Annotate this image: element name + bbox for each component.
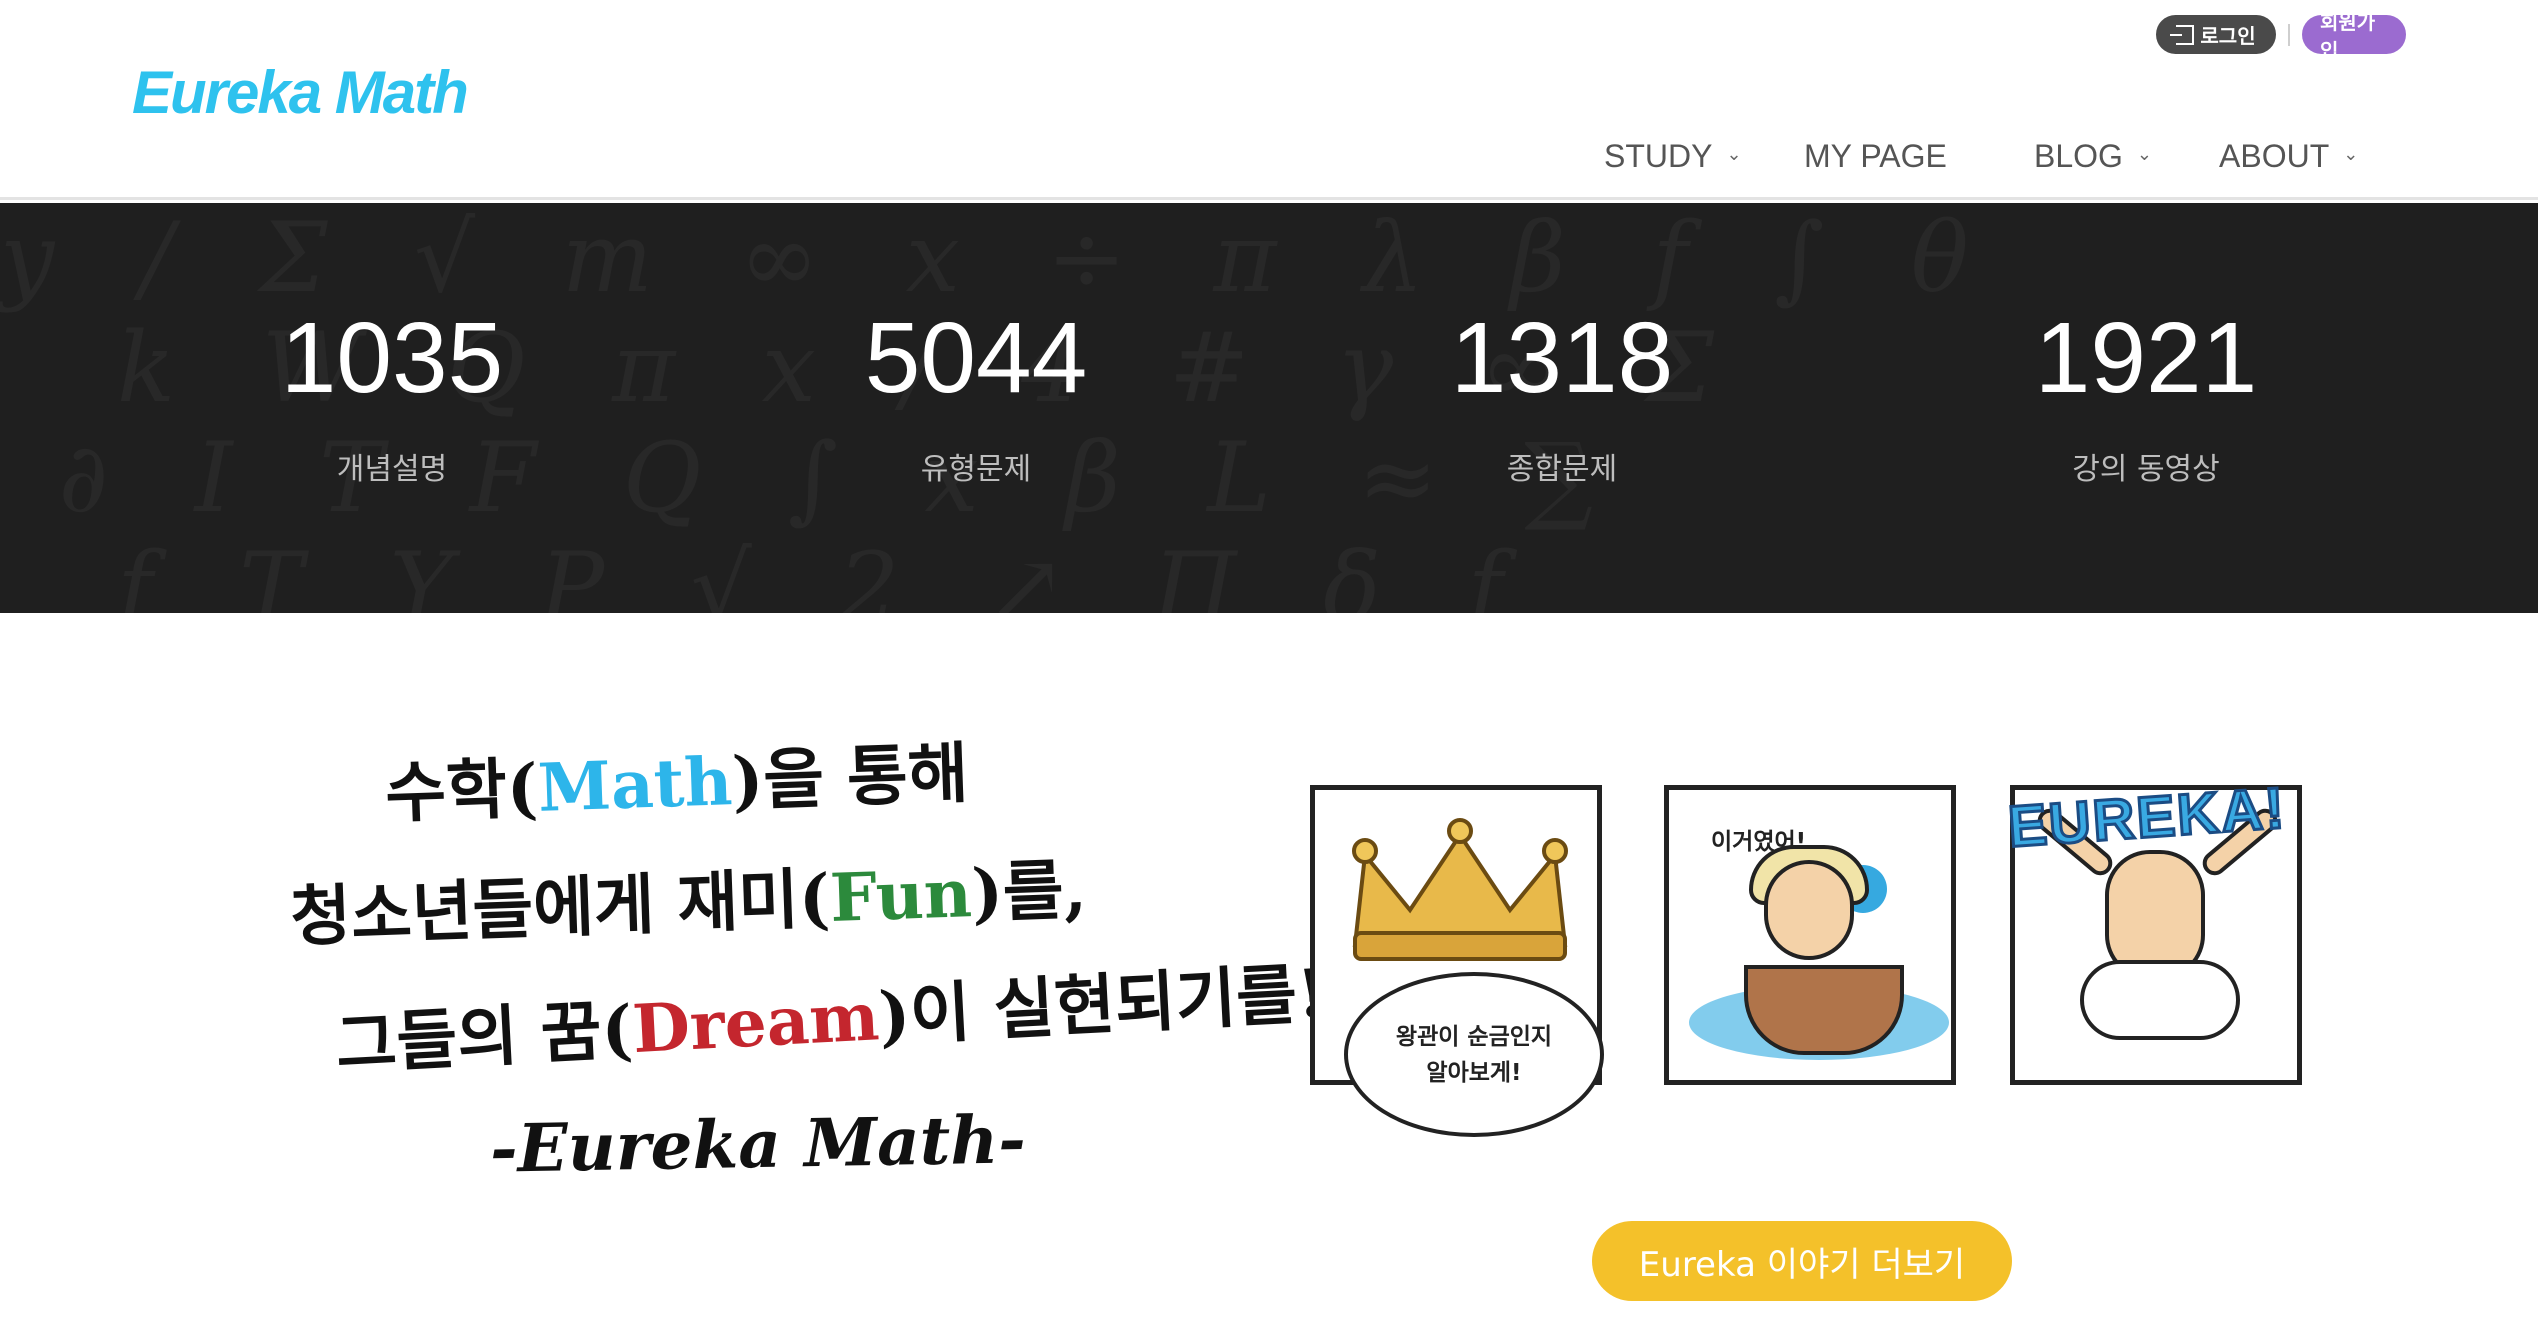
signup-label: 회원가입 (2320, 9, 2376, 63)
nav-about-label: ABOUT (2219, 138, 2330, 174)
slogan-text: 청소년들에게 재미( (289, 859, 832, 956)
slogan-accent-math: Math (536, 742, 734, 827)
stat-value: 1035 (280, 302, 504, 414)
chevron-down-icon: ⌄ (2343, 144, 2359, 164)
stat-concepts: 1035 개념설명 (192, 203, 592, 488)
stat-label: 개념설명 (336, 452, 448, 487)
auth-divider (2288, 23, 2290, 46)
stat-value: 1318 (1450, 302, 1674, 414)
more-story-button[interactable]: Eureka 이야기 더보기 (1592, 1221, 2012, 1301)
signup-button[interactable]: 회원가입 (2302, 10, 2406, 63)
calligraphy-slogan: 수학(Math)을 통해 청소년들에게 재미(Fun)를, 그들의 꿈(Drea… (289, 700, 1357, 1260)
slogan-accent-fun: Fun (828, 854, 974, 938)
slogan-line-3: 그들의 꿈(Dream)이 실현되기를!! (333, 938, 1357, 1087)
slogan-text: )를, (970, 850, 1088, 933)
chevron-down-icon: ⌄ (1726, 144, 1742, 164)
archimedes-face (1764, 860, 1854, 960)
slogan-line-1: 수학(Math)을 통해 (384, 720, 970, 836)
slogan-line-2: 청소년들에게 재미(Fun)를, (289, 836, 1088, 960)
towel (2080, 960, 2240, 1040)
comic-panel-bath: 이거였어! ! (1664, 785, 1956, 1085)
nav-item-mypage[interactable]: MY PAGE (1804, 138, 2034, 175)
speech-bubble-line: 왕관이 순금인지 (1395, 1023, 1553, 1050)
slogan-text: )을 통해 (730, 733, 970, 821)
stats-band: y / Σ √ m ∞ x ÷ π λ β f ∫ θ k W Q π x / … (0, 203, 2538, 613)
slogan-signature: -Eureka Math- (489, 1100, 1027, 1188)
slogan-text: )이 실현되기를!! (876, 952, 1357, 1056)
stat-lecture-videos: 1921 강의 동영상 (1946, 203, 2346, 488)
logo[interactable]: Eureka Math (132, 58, 469, 127)
stat-value: 5044 (864, 302, 1088, 414)
bathtub (1744, 965, 1904, 1055)
stat-value: 1921 (2034, 302, 2258, 414)
stat-comprehensive-problems: 1318 종합문제 (1362, 203, 1762, 488)
nav-item-blog[interactable]: BLOG ⌄ (2034, 138, 2219, 175)
chevron-down-icon: ⌄ (2136, 144, 2153, 164)
slogan-text: 수학( (383, 748, 540, 833)
stat-label: 종합문제 (1506, 452, 1618, 487)
site-header: Eureka Math 로그인 회원가입 STUDY ⌄ MY PAGE BLO… (0, 0, 2538, 200)
nav-blog-label: BLOG (2034, 138, 2123, 174)
main-nav: STUDY ⌄ MY PAGE BLOG ⌄ ABOUT ⌄ (1604, 138, 2379, 175)
nav-item-about[interactable]: ABOUT ⌄ (2219, 138, 2379, 175)
login-label: 로그인 (2200, 24, 2256, 48)
stat-label: 유형문제 (920, 452, 1032, 487)
auth-links: 로그인 회원가입 (2156, 10, 2406, 63)
login-icon (2170, 24, 2195, 45)
slogan-accent-dream: Dream (630, 977, 881, 1069)
nav-study-label: STUDY (1604, 138, 1713, 174)
speech-bubble: 왕관이 순금인지 알아보게! (1344, 972, 1604, 1137)
login-button[interactable]: 로그인 (2156, 15, 2276, 54)
stat-type-problems: 5044 유형문제 (776, 203, 1176, 488)
nav-item-study[interactable]: STUDY ⌄ (1604, 138, 1804, 175)
crown-illustration (1352, 818, 1568, 961)
speech-bubble-line: 알아보게! (1426, 1059, 1522, 1086)
slogan-text: 그들의 꿈( (333, 990, 635, 1084)
stat-label: 강의 동영상 (2072, 452, 2220, 487)
nav-mypage-label: MY PAGE (1804, 138, 1947, 174)
